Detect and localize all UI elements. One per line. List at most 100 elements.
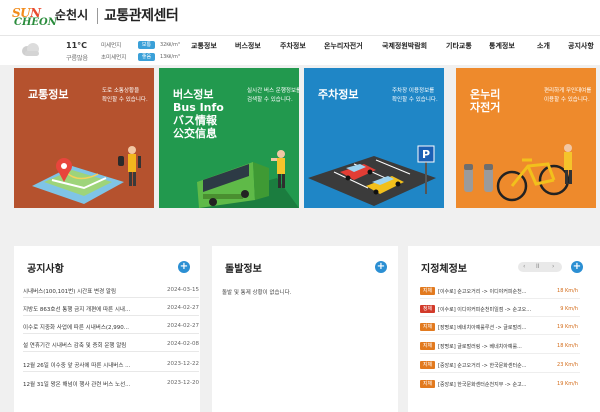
- card-bike-desc: 편리하게 무인대여를 이용할 수 있습니다.: [544, 88, 592, 103]
- nav-item-parking[interactable]: 주차정보: [280, 41, 306, 51]
- city-name[interactable]: 순천시: [55, 6, 88, 23]
- notice-divider: [23, 333, 199, 334]
- ultra-dust-value: 13㏍/m³: [160, 54, 180, 60]
- congestion-divider: [420, 298, 580, 299]
- congestion-speed: 9 Km/h: [560, 306, 578, 312]
- congestion-speed: 18 Km/h: [557, 343, 578, 349]
- card-traffic-title: 교통정보: [28, 88, 69, 101]
- congestion-more-button[interactable]: +: [571, 261, 583, 273]
- card-traffic-info[interactable]: 교통정보 도로 소통상황을 확인할 수 있습니다.: [14, 68, 154, 208]
- notice-divider: [23, 351, 199, 352]
- notice-item-date: 2024-02-27: [167, 305, 199, 311]
- congestion-status-badge: 지체: [420, 380, 435, 388]
- notice-divider: [23, 297, 199, 298]
- incident-title: 돌발정보: [225, 264, 262, 275]
- incident-empty-message: 돌발 및 통제 상황이 없습니다.: [222, 290, 292, 296]
- congestion-item[interactable]: 지체 [중앙로] 한국문화센터순천지부 -> 순고... 19 Km/h: [420, 379, 580, 393]
- weather-widget: 11°C 구름많음 미세먼지 보통 32㏍/m³ 초미세먼지 좋음 13㏍/m³: [0, 35, 185, 65]
- incident-panel: 돌발정보 +: [212, 246, 398, 412]
- congestion-status-badge: 지체: [420, 323, 435, 331]
- notice-item[interactable]: 지방도 863호선 통행 금지 개편에 따른 시내... 2024-02-27: [23, 305, 199, 317]
- notice-item-date: 2024-03-15: [167, 287, 199, 293]
- congestion-road: [이수로] 이디야커피순천미일점 -> 순고오...: [438, 307, 532, 313]
- congestion-road: [장명로] 베네치아예룰루션 -> 글로벌리...: [438, 325, 527, 331]
- congestion-slider-controls: ‹ II ›: [518, 262, 562, 272]
- svg-text:P: P: [422, 148, 430, 161]
- temperature: 11°C: [66, 41, 88, 50]
- congestion-item[interactable]: 지체 [이수로] 순고오거리 -> 이디야커피순천... 18 Km/h: [420, 286, 580, 300]
- notice-title: 공지사항: [27, 264, 64, 275]
- congestion-speed: 19 Km/h: [557, 324, 578, 330]
- card-parking-desc: 주차장 이용정보를 확인할 수 있습니다.: [392, 88, 438, 103]
- notice-item-date: 2024-02-27: [167, 323, 199, 329]
- logo-cheon-text: CHEON: [14, 17, 57, 28]
- fine-dust-label: 미세먼지: [101, 43, 122, 49]
- congestion-speed: 19 Km/h: [557, 381, 578, 387]
- notice-item-text: 설 연휴기간 시내버스 감축 및 증회 운행 알림: [23, 343, 127, 349]
- notice-item-text: 지방도 863호선 통행 금지 개편에 따른 시내...: [23, 307, 131, 313]
- nav-item-bus[interactable]: 버스정보: [235, 41, 261, 51]
- congestion-item[interactable]: 지체 [장명로] 베네치아예룰루션 -> 글로벌리... 19 Km/h: [420, 322, 580, 336]
- congestion-title: 지정체정보: [421, 264, 467, 275]
- congestion-item[interactable]: 정체 [이수로] 이디야커피순천미일점 -> 순고오... 9 Km/h: [420, 304, 580, 318]
- fine-dust-value: 32㏍/m³: [160, 42, 180, 48]
- congestion-item[interactable]: 지체 [중앙로] 순고오거리 -> 한국문화센터순... 23 Km/h: [420, 360, 580, 374]
- notice-item-text: 시내버스(100,101번) 시간표 변경 알림: [23, 289, 117, 295]
- ultra-dust-label: 초미세먼지: [101, 55, 127, 61]
- notice-item[interactable]: 시내버스(100,101번) 시간표 변경 알림 2024-03-15: [23, 287, 199, 299]
- nav-item-expo[interactable]: 국제정원박람회: [382, 41, 427, 51]
- card-parking-info[interactable]: P 주차정보 주차장 이용정보를 확인할 수 있습니다.: [304, 68, 444, 208]
- notice-item[interactable]: 12월 31일 왕온 해넘이 행사 관련 버스 노선... 2023-12-20: [23, 380, 199, 392]
- card-traffic-desc: 도로 소통상황을 확인할 수 있습니다.: [102, 88, 148, 103]
- card-bus-title: 버스정보 Bus Info バス情報 公交信息: [173, 88, 224, 140]
- ultra-dust-status: 좋음: [138, 53, 155, 61]
- notice-item[interactable]: 12월 26일 이수중 앞 공사에 따른 시내버스 ... 2023-12-22: [23, 361, 199, 373]
- notice-item-text: 12월 26일 이수중 앞 공사에 따른 시내버스 ...: [23, 363, 131, 369]
- congestion-road: [중앙로] 한국문화센터순천지부 -> 순고...: [438, 382, 527, 388]
- header-divider: [97, 8, 98, 24]
- pause-icon[interactable]: II: [536, 262, 540, 272]
- site-name[interactable]: 교통관제센터: [104, 5, 179, 25]
- card-bike-info[interactable]: 온누리 자전거 편리하게 무인대여를 이용할 수 있습니다.: [456, 68, 596, 208]
- chevron-right-icon[interactable]: ›: [552, 262, 554, 272]
- notice-item-text: 이수로 지중화 사업에 따른 시내버스(2,990...: [23, 325, 130, 331]
- notice-item-date: 2023-12-20: [167, 380, 199, 386]
- nav-item-traffic[interactable]: 교통정보: [191, 41, 217, 51]
- card-bus-desc: 실시간 버스 운행정보를 검색할 수 있습니다.: [247, 88, 299, 103]
- fine-dust-status: 보통: [138, 41, 155, 49]
- notice-item-date: 2023-12-22: [167, 361, 199, 367]
- congestion-status-badge: 지체: [420, 342, 435, 350]
- congestion-speed: 23 Km/h: [557, 362, 578, 368]
- congestion-divider: [420, 372, 580, 373]
- notice-item-date: 2024-02-08: [167, 341, 199, 347]
- congestion-status-badge: 지체: [420, 361, 435, 369]
- sky-condition: 구름많음: [66, 55, 89, 62]
- main-nav: 교통정보 버스정보 주차정보 온누리자전거 국제정원박람회 기타교통 통계정보 …: [185, 35, 600, 65]
- nav-item-bike[interactable]: 온누리자전거: [324, 41, 363, 51]
- notice-item[interactable]: 이수로 지중화 사업에 따른 시내버스(2,990... 2024-02-27: [23, 323, 199, 335]
- incident-more-button[interactable]: +: [375, 261, 387, 273]
- notice-item[interactable]: 설 연휴기간 시내버스 감축 및 증회 운행 알림 2024-02-08: [23, 341, 199, 353]
- notice-more-button[interactable]: +: [178, 261, 190, 273]
- congestion-divider: [420, 316, 580, 317]
- nav-item-other-traffic[interactable]: 기타교통: [446, 41, 472, 51]
- notice-item-text: 12월 31일 왕온 해넘이 행사 관련 버스 노선...: [23, 382, 131, 388]
- chevron-left-icon[interactable]: ‹: [523, 262, 525, 272]
- notice-divider: [23, 371, 199, 372]
- congestion-status-badge: 정체: [420, 305, 435, 313]
- congestion-item[interactable]: 지체 [장명로] 글로벌러링 -> 베네치아예룰... 18 Km/h: [420, 341, 580, 355]
- congestion-speed: 18 Km/h: [557, 288, 578, 294]
- nav-item-notice[interactable]: 공지사항: [568, 41, 594, 51]
- congestion-divider: [420, 353, 580, 354]
- card-bike-title: 온누리 자전거: [470, 88, 501, 114]
- congestion-road: [중앙로] 순고오거리 -> 한국문화센터순...: [438, 363, 527, 369]
- notice-divider: [23, 315, 199, 316]
- nav-item-statistics[interactable]: 통계정보: [489, 41, 515, 51]
- nav-item-about[interactable]: 소개: [537, 41, 550, 51]
- cloudy-icon: [22, 43, 39, 56]
- congestion-road: [장명로] 글로벌러링 -> 베네치아예룰...: [438, 344, 522, 350]
- card-bus-info[interactable]: 버스정보 Bus Info バス情報 公交信息 실시간 버스 운행정보를 검색할…: [159, 68, 299, 208]
- congestion-road: [이수로] 순고오거리 -> 이디야커피순천...: [438, 289, 527, 295]
- congestion-status-badge: 지체: [420, 287, 435, 295]
- card-parking-title: 주차정보: [318, 88, 359, 101]
